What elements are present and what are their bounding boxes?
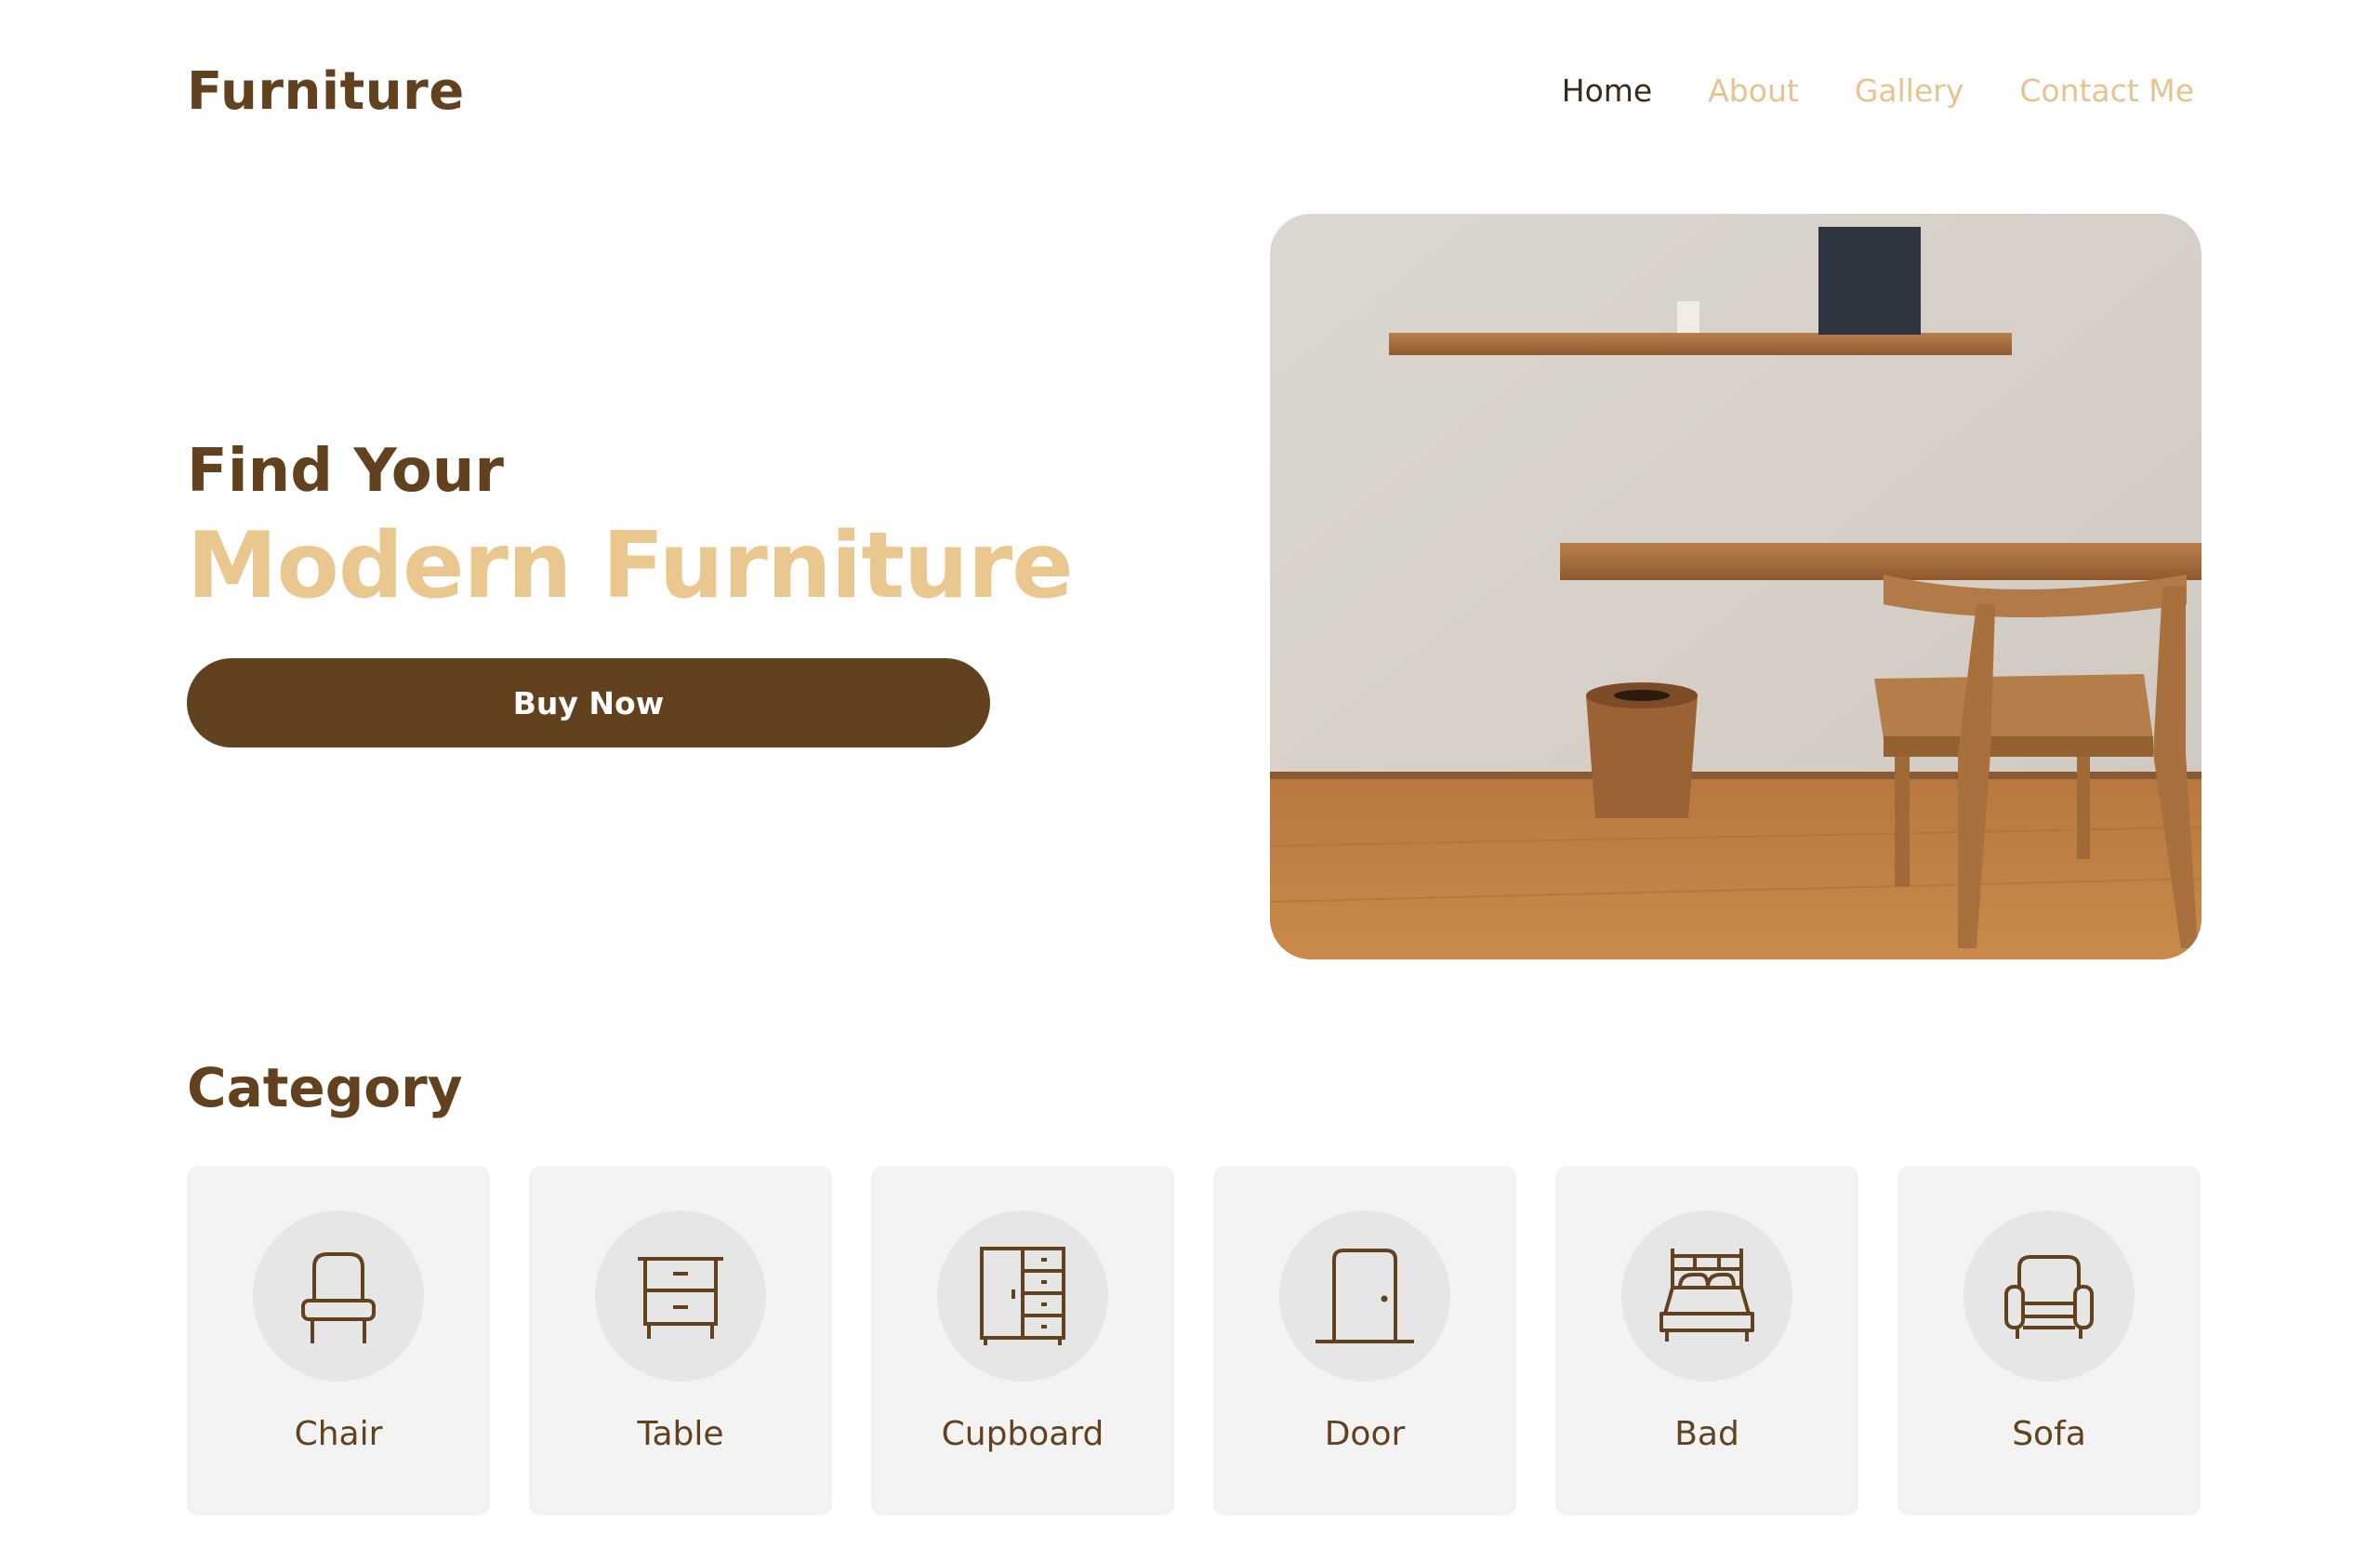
category-label: Door xyxy=(1324,1415,1406,1453)
sofa-icon xyxy=(1964,1210,2135,1382)
category-card-table[interactable]: Table xyxy=(529,1166,832,1515)
category-label: Chair xyxy=(294,1415,383,1453)
bed-icon xyxy=(1621,1210,1792,1382)
logo[interactable]: Furniture xyxy=(187,61,465,122)
category-card-door[interactable]: Door xyxy=(1213,1166,1516,1515)
nav-gallery[interactable]: Gallery xyxy=(1855,73,1964,109)
main-nav: Home About Gallery Contact Me xyxy=(1562,73,2194,109)
hero-image xyxy=(1270,214,2202,959)
category-label: Cupboard xyxy=(941,1415,1104,1453)
category-card-sofa[interactable]: Sofa xyxy=(1897,1166,2201,1515)
category-label: Bad xyxy=(1674,1415,1739,1453)
hero-title: Modern Furniture xyxy=(187,513,1074,619)
category-label: Table xyxy=(637,1415,724,1453)
category-card-chair[interactable]: Chair xyxy=(187,1166,490,1515)
hero-subtitle: Find Your xyxy=(187,437,504,506)
nav-contact[interactable]: Contact Me xyxy=(2019,73,2194,109)
category-card-bed[interactable]: Bad xyxy=(1555,1166,1858,1515)
category-heading: Category xyxy=(187,1056,463,1119)
category-card-cupboard[interactable]: Cupboard xyxy=(871,1166,1174,1515)
door-icon xyxy=(1279,1210,1450,1382)
chair-icon xyxy=(253,1210,424,1382)
table-icon xyxy=(595,1210,766,1382)
nav-about[interactable]: About xyxy=(1708,73,1799,109)
category-label: Sofa xyxy=(2012,1415,2086,1453)
category-list: Chair Table Cupboard Door Bad Sofa xyxy=(187,1166,2201,1515)
nav-home[interactable]: Home xyxy=(1562,73,1652,109)
cupboard-icon xyxy=(937,1210,1108,1382)
buy-now-button[interactable]: Buy Now xyxy=(187,658,990,747)
